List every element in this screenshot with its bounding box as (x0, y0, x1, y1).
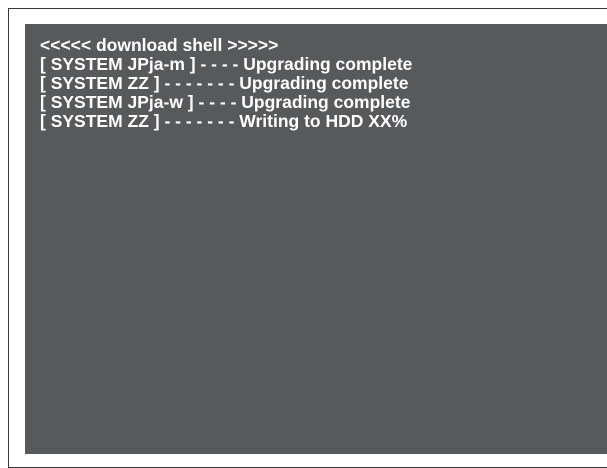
terminal-window: <<<<< download shell >>>>> [ SYSTEM JPja… (25, 24, 607, 454)
terminal-header-line: <<<<< download shell >>>>> (40, 35, 279, 55)
terminal-status-line: [ SYSTEM JPja-m ] - - - - Upgrading comp… (40, 54, 413, 74)
terminal-output: <<<<< download shell >>>>> [ SYSTEM JPja… (40, 36, 412, 131)
terminal-status-line: [ SYSTEM JPja-w ] - - - - Upgrading comp… (40, 92, 411, 112)
terminal-status-line: [ SYSTEM ZZ ] - - - - - - - Writing to H… (40, 111, 408, 131)
terminal-status-line: [ SYSTEM ZZ ] - - - - - - - Upgrading co… (40, 73, 409, 93)
